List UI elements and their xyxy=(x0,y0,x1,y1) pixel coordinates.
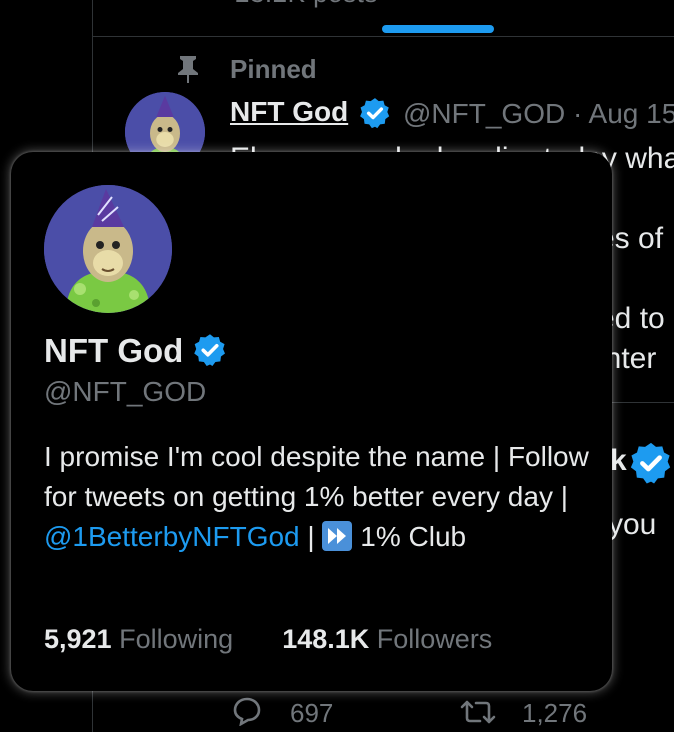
pin-icon xyxy=(178,56,198,83)
followers-count: 148.1K xyxy=(282,624,370,654)
fast-forward-icon xyxy=(322,521,353,551)
pinned-label: Pinned xyxy=(230,54,317,84)
bio-mention-link[interactable]: @1BetterbyNFTGod xyxy=(44,521,300,552)
following-count: 5,921 xyxy=(44,624,112,654)
active-tab-indicator xyxy=(382,25,494,33)
followers-link[interactable]: 148.1K Followers xyxy=(282,624,492,654)
reply-count: 697 xyxy=(290,698,334,728)
verified-badge-icon xyxy=(360,98,390,129)
tweet-author-name[interactable]: NFT God xyxy=(230,96,348,128)
followers-label: Followers xyxy=(376,624,493,654)
ape-avatar-icon xyxy=(44,185,172,313)
retweet-count: 1,276 xyxy=(522,698,588,728)
profile-stats: 5,921 Following 148.1K Followers xyxy=(44,624,492,655)
next-tweet-text-fragment: you xyxy=(608,508,657,541)
bio-separator: | xyxy=(299,521,323,552)
profile-bio: I promise I'm cool despite the name | Fo… xyxy=(44,437,589,557)
bio-text: I promise I'm cool despite the name | Fo… xyxy=(44,441,589,512)
profile-name[interactable]: NFT God xyxy=(44,332,183,370)
profile-avatar[interactable] xyxy=(44,185,172,313)
following-link[interactable]: 5,921 Following xyxy=(44,624,233,654)
reply-icon[interactable] xyxy=(232,696,262,726)
retweet-icon[interactable] xyxy=(460,698,496,726)
profile-hover-card: NFT God @NFT_GOD I promise I'm cool desp… xyxy=(11,152,612,691)
following-label: Following xyxy=(119,624,234,654)
posts-count: 23.2K posts xyxy=(235,0,378,9)
bio-club-text: 1% Club xyxy=(352,521,467,552)
next-tweet-name-fragment[interactable]: k xyxy=(610,444,627,478)
profile-handle[interactable]: @NFT_GOD xyxy=(44,376,206,408)
tabs-divider xyxy=(92,36,674,37)
verified-badge-icon xyxy=(194,334,225,367)
tweet-handle-date[interactable]: @NFT_GOD · Aug 15 xyxy=(403,98,674,130)
verified-badge-icon xyxy=(630,442,671,484)
